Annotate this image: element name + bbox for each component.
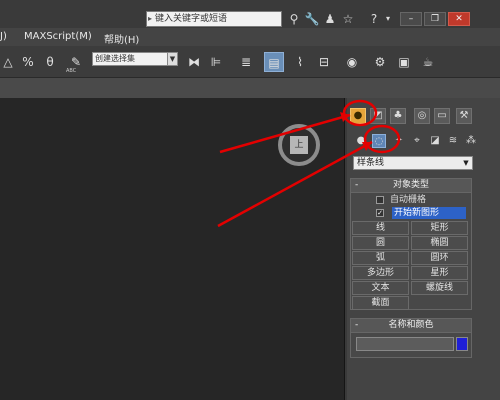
start-new-shape-checkbox[interactable]: ✓ bbox=[376, 209, 384, 217]
auto-grid-label: 自动栅格 bbox=[390, 195, 427, 205]
object-type-title: 对象类型 bbox=[392, 180, 429, 190]
systems-icon[interactable]: ⁂ bbox=[464, 134, 478, 148]
menu-item-prev[interactable]: J) bbox=[0, 31, 7, 42]
cameras-icon[interactable]: ⌖ bbox=[410, 134, 424, 148]
hierarchy-tab-icon[interactable]: ♣ bbox=[390, 108, 406, 124]
section-button[interactable]: 截面 bbox=[352, 296, 409, 310]
star-icon[interactable]: ☆ bbox=[340, 12, 356, 26]
percent-snap-icon[interactable]: % bbox=[18, 52, 38, 72]
name-color-header[interactable]: - 名称和颜色 bbox=[351, 319, 471, 333]
ngon-button[interactable]: 多边形 bbox=[352, 266, 409, 280]
restore-button[interactable]: ❐ bbox=[424, 12, 446, 26]
snap-icon[interactable]: △ bbox=[0, 52, 18, 72]
selection-set-label: 创建选择集 bbox=[95, 54, 135, 63]
binoculars-icon[interactable]: ⚲ bbox=[286, 12, 302, 26]
abc-label: ABC bbox=[66, 68, 77, 74]
spinner-snap-icon[interactable]: θ bbox=[40, 52, 60, 72]
helpers-icon[interactable]: ◪ bbox=[428, 134, 442, 148]
graphite-icon[interactable]: ▤ bbox=[264, 52, 284, 72]
ellipse-button[interactable]: 椭圆 bbox=[411, 236, 468, 250]
menu-bar: J) MAXScript(M) 帮助(H) bbox=[0, 28, 500, 46]
close-button[interactable]: ✕ bbox=[448, 12, 470, 26]
schematic-view-icon[interactable]: ⊟ bbox=[314, 52, 334, 72]
minimize-button[interactable]: – bbox=[400, 12, 422, 26]
auto-grid-checkbox[interactable] bbox=[376, 195, 384, 204]
star-button[interactable]: 星形 bbox=[411, 266, 468, 280]
viewcube[interactable]: 上 bbox=[278, 124, 320, 166]
category-dropdown[interactable]: 样条线 ▼ bbox=[353, 156, 473, 170]
motion-tab-icon[interactable]: ◎ bbox=[414, 108, 430, 124]
user-icon[interactable]: ♟ bbox=[322, 12, 338, 26]
create-tab-icon[interactable]: ● bbox=[350, 108, 366, 124]
lights-icon[interactable]: ✦ bbox=[392, 134, 406, 148]
display-tab-icon[interactable]: ▭ bbox=[434, 108, 450, 124]
collapse-icon[interactable]: - bbox=[355, 319, 358, 332]
search-expand-icon[interactable]: ▸ bbox=[148, 12, 152, 26]
title-bar: ▸ 键入关键字或短语 ⚲ 🔧 ♟ ☆ ? ▾ – ❐ ✕ bbox=[0, 0, 500, 28]
geometry-icon[interactable]: ● bbox=[354, 134, 368, 148]
utilities-tab-icon[interactable]: ⚒ bbox=[456, 108, 472, 124]
shapes-icon[interactable]: ◌ bbox=[372, 134, 386, 148]
helix-button[interactable]: 螺旋线 bbox=[411, 281, 468, 295]
render-icon[interactable]: ☕ bbox=[418, 52, 438, 72]
name-color-title: 名称和颜色 bbox=[388, 320, 434, 330]
line-button[interactable]: 线 bbox=[352, 221, 409, 235]
rectangle-button[interactable]: 矩形 bbox=[411, 221, 468, 235]
curve-editor-icon[interactable]: ⌇ bbox=[290, 52, 310, 72]
search-placeholder: 键入关键字或短语 bbox=[155, 14, 228, 24]
chevron-down-icon[interactable]: ▼ bbox=[460, 157, 472, 169]
align-icon[interactable]: ⊫ bbox=[206, 52, 226, 72]
donut-button[interactable]: 圆环 bbox=[411, 251, 468, 265]
modify-tab-icon[interactable]: ◩ bbox=[370, 108, 386, 124]
start-new-shape-label[interactable]: 开始新图形 bbox=[392, 207, 466, 219]
main-toolbar: △ % θ ✎ ABC ⧓ ⊫ ≣ ▤ ⌇ ⊟ ◉ ⚙ ▣ ☕ bbox=[0, 46, 500, 78]
auto-grid-row[interactable]: 自动栅格 bbox=[376, 195, 426, 205]
arc-button[interactable]: 弧 bbox=[352, 251, 409, 265]
selection-set-dropdown[interactable]: 创建选择集 ▼ bbox=[92, 52, 178, 66]
object-type-header[interactable]: - 对象类型 bbox=[351, 179, 471, 193]
render-setup-icon[interactable]: ⚙ bbox=[370, 52, 390, 72]
ribbon-strip bbox=[0, 78, 500, 98]
object-color-swatch[interactable] bbox=[456, 337, 468, 351]
menu-item-maxscript[interactable]: MAXScript(M) bbox=[24, 31, 92, 42]
object-name-field[interactable] bbox=[356, 337, 454, 351]
menu-item-help[interactable]: 帮助(H) bbox=[104, 31, 139, 46]
circle-button[interactable]: 圆 bbox=[352, 236, 409, 250]
rendered-frame-icon[interactable]: ▣ bbox=[394, 52, 414, 72]
collapse-icon[interactable]: - bbox=[355, 179, 358, 192]
chevron-down-icon[interactable]: ▼ bbox=[167, 53, 177, 65]
category-dropdown-value: 样条线 bbox=[357, 158, 385, 168]
material-editor-icon[interactable]: ◉ bbox=[342, 52, 362, 72]
viewcube-face-top[interactable]: 上 bbox=[290, 136, 308, 154]
mirror-icon[interactable]: ⧓ bbox=[184, 52, 204, 72]
space-warps-icon[interactable]: ≋ bbox=[446, 134, 460, 148]
layer-manager-icon[interactable]: ≣ bbox=[236, 52, 256, 72]
search-input[interactable]: ▸ 键入关键字或短语 bbox=[146, 11, 282, 27]
wrench-icon[interactable]: 🔧 bbox=[304, 12, 320, 26]
text-button[interactable]: 文本 bbox=[352, 281, 409, 295]
help-dropdown-icon[interactable]: ▾ bbox=[380, 12, 396, 26]
